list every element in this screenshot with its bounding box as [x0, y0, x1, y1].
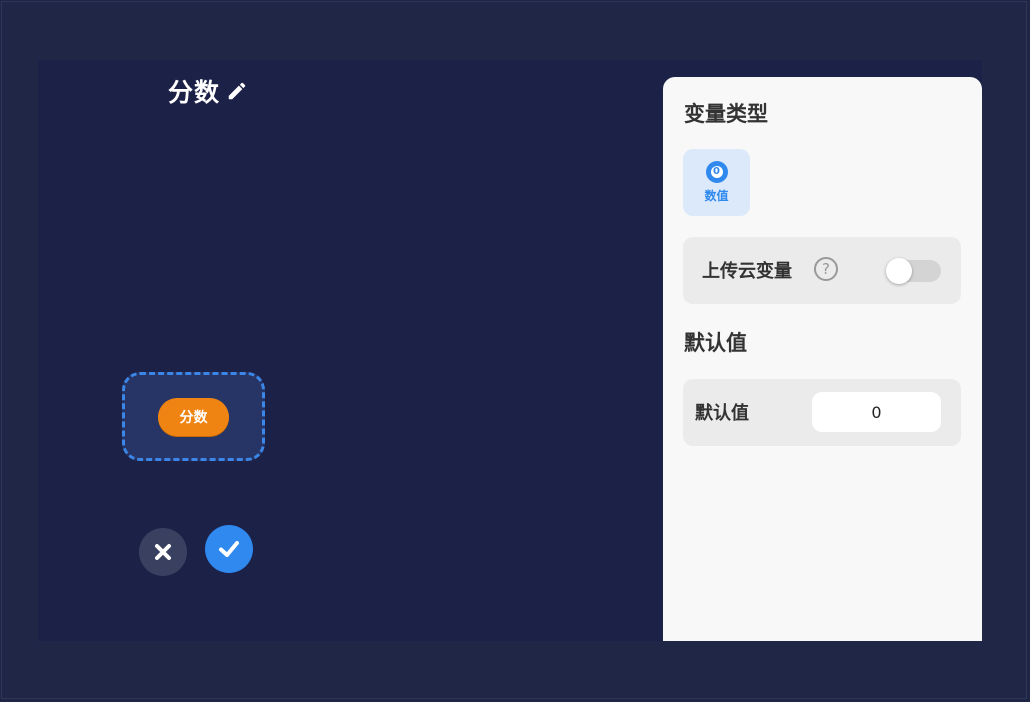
cloud-variable-toggle[interactable] — [886, 258, 941, 284]
variable-pill: 分数 — [158, 397, 229, 436]
variable-type-title: 变量类型 — [684, 102, 768, 126]
default-value-title: 默认值 — [684, 331, 747, 355]
number-type-icon: 0 — [705, 161, 728, 183]
default-value-input[interactable] — [812, 392, 941, 432]
variable-title-row[interactable]: 分数 — [168, 74, 248, 108]
variable-title[interactable]: 分数 — [168, 73, 220, 109]
type-option-number[interactable]: 0 数值 — [683, 149, 750, 216]
default-value-label: 默认值 — [695, 403, 749, 424]
cloud-variable-row: 上传云变量 ? — [683, 237, 961, 304]
variable-preview-box: 分数 — [122, 372, 265, 461]
number-type-badge: 0 — [710, 166, 723, 178]
pencil-icon[interactable] — [226, 80, 248, 102]
help-icon[interactable]: ? — [814, 257, 838, 281]
toggle-knob — [886, 258, 912, 284]
check-icon — [219, 541, 239, 557]
cloud-variable-label: 上传云变量 — [702, 261, 792, 282]
confirm-button[interactable] — [205, 525, 253, 573]
close-icon — [155, 544, 171, 560]
default-value-row: 默认值 — [683, 379, 961, 446]
type-option-label: 数值 — [704, 189, 729, 203]
cancel-button[interactable] — [139, 528, 187, 576]
variable-settings-panel: 变量类型 0 数值 上传云变量 ? 默认值 默认值 — [663, 77, 982, 641]
